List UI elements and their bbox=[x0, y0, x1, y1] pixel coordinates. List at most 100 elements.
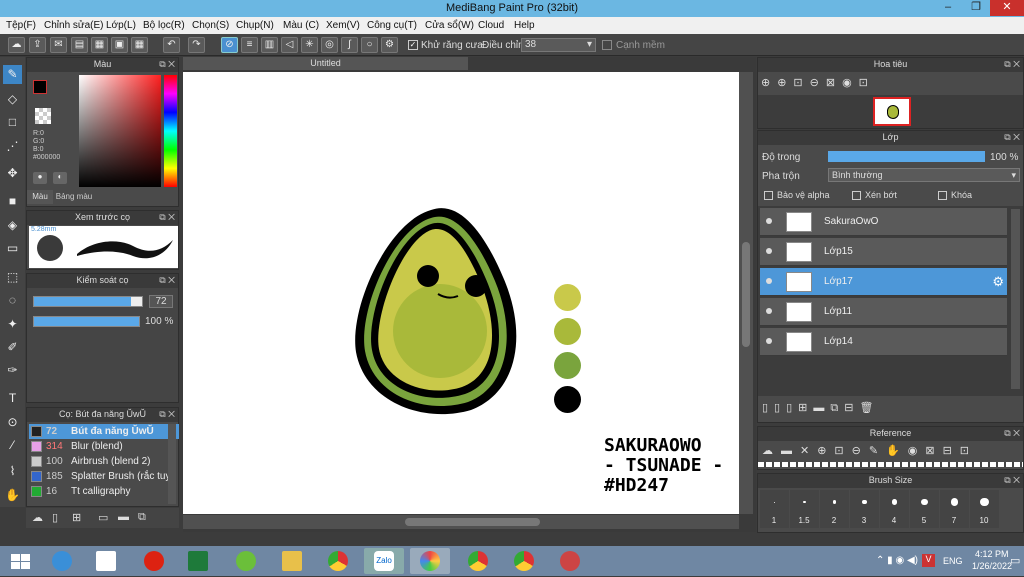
start-button[interactable] bbox=[2, 548, 42, 574]
brush-list-item[interactable]: 16 Tt calligraphy bbox=[29, 484, 179, 499]
zalo-app[interactable]: Zalo bbox=[364, 548, 404, 574]
select-pen-icon[interactable]: ✐ bbox=[3, 338, 22, 357]
radial-snap-icon[interactable]: ✳ bbox=[301, 37, 318, 53]
panel-close-icon[interactable]: ⧉ ✕ bbox=[1004, 474, 1020, 487]
opacity-slider[interactable] bbox=[33, 316, 140, 327]
eyedropper-tool-icon[interactable]: ⌇ bbox=[3, 462, 22, 481]
text-tool-icon[interactable]: T bbox=[3, 389, 22, 408]
lock-checkbox[interactable] bbox=[938, 191, 947, 200]
vivaldi-tray-icon[interactable]: V bbox=[922, 554, 935, 567]
clock-date[interactable]: 1/26/2022 bbox=[972, 561, 1012, 571]
visibility-icon[interactable] bbox=[766, 248, 772, 254]
select-eraser-icon[interactable]: ✑ bbox=[3, 361, 22, 380]
brush-size-cell[interactable]: 10 bbox=[970, 490, 999, 528]
document-icon[interactable]: ▦ bbox=[91, 37, 108, 53]
ellipse-snap-icon[interactable]: ○ bbox=[361, 37, 378, 53]
new-brush-icon[interactable]: ▯ bbox=[52, 511, 58, 524]
page-icon[interactable]: ▤ bbox=[71, 37, 88, 53]
size-slider[interactable] bbox=[33, 296, 143, 307]
maximize-button[interactable]: ❐ bbox=[965, 0, 987, 16]
file-icon[interactable] bbox=[86, 548, 126, 574]
snipping-tool-icon[interactable] bbox=[550, 548, 590, 574]
protect-alpha-checkbox[interactable] bbox=[764, 191, 773, 200]
minimize-button[interactable]: – bbox=[937, 0, 959, 16]
menu-capture[interactable]: Chụp(N) bbox=[236, 20, 274, 31]
coccoc-icon[interactable] bbox=[226, 548, 266, 574]
brush-list-item[interactable]: 314 Blur (blend) bbox=[29, 439, 179, 454]
operation-tool-icon[interactable]: ⊙ bbox=[3, 413, 22, 432]
panel-close-icon[interactable]: ⧉ ✕ bbox=[1004, 58, 1020, 71]
color-picker-field[interactable] bbox=[79, 75, 161, 187]
brush-list-item[interactable]: 185 Splatter Brush (rắc tuyế bbox=[29, 469, 179, 484]
share-icon[interactable]: ⇪ bbox=[29, 37, 46, 53]
fill-shape-icon[interactable]: ■ bbox=[3, 192, 22, 211]
excel-icon[interactable] bbox=[178, 548, 218, 574]
tab-color[interactable]: Màu bbox=[27, 190, 53, 204]
hand-tool-icon[interactable]: ✋ bbox=[3, 486, 22, 505]
canvas-paper[interactable]: SAKURAOWO - TSUNADE - #HD247 bbox=[183, 72, 739, 514]
navigator-thumbnail[interactable] bbox=[873, 97, 911, 126]
layer-item[interactable]: SakuraOwO bbox=[760, 208, 1007, 236]
chrome-profile2-icon[interactable] bbox=[504, 548, 544, 574]
navigator-tools[interactable]: ⊕⊕⊡⊖⊠◉⊡ bbox=[761, 76, 875, 89]
menu-color[interactable]: Màu (C) bbox=[283, 20, 319, 31]
clock-time[interactable]: 4:12 PM bbox=[975, 549, 1009, 559]
internet-explorer-icon[interactable] bbox=[42, 548, 82, 574]
vertical-scrollbar[interactable] bbox=[739, 72, 753, 514]
tab-palette[interactable]: Bảng màu bbox=[54, 190, 94, 204]
brush-list-item[interactable]: 100 Airbrush (blend 2) bbox=[29, 454, 179, 469]
notification-icon[interactable]: ▭ bbox=[1010, 554, 1020, 567]
document-tab[interactable]: Untitled bbox=[183, 57, 468, 70]
brush-size-cell[interactable]: 5 bbox=[910, 490, 939, 528]
gear-icon[interactable]: ⚙ bbox=[992, 274, 1004, 290]
size-value[interactable]: 72 bbox=[149, 295, 173, 308]
redo-icon[interactable]: ↷ bbox=[188, 37, 205, 53]
menu-layer[interactable]: Lớp(L) bbox=[106, 20, 136, 31]
menu-file[interactable]: Tệp(F) bbox=[6, 20, 36, 31]
brush-size-cell[interactable]: 2 bbox=[820, 490, 849, 528]
horizontal-scrollbar[interactable] bbox=[183, 515, 739, 529]
select-tool-icon[interactable]: ⬚ bbox=[3, 268, 22, 287]
undo-icon[interactable]: ↶ bbox=[163, 37, 180, 53]
chrome-profile-icon[interactable] bbox=[458, 548, 498, 574]
panel-close-icon[interactable]: ⧉ ✕ bbox=[1004, 131, 1020, 144]
visibility-icon[interactable] bbox=[766, 278, 772, 284]
dot-tool-icon[interactable]: ⋰ bbox=[3, 137, 22, 156]
palette-icon[interactable]: ● bbox=[33, 172, 47, 184]
tray-icons[interactable]: ⌃ ▮ ◉ ◀) bbox=[876, 555, 918, 566]
menu-cloud[interactable]: Cloud bbox=[478, 20, 504, 31]
layer-item[interactable]: Lớp11 bbox=[760, 298, 1007, 326]
settings-icon[interactable]: ⚙ bbox=[381, 37, 398, 53]
layer-opacity-slider[interactable] bbox=[828, 151, 985, 162]
visibility-icon[interactable] bbox=[766, 338, 772, 344]
panel-close-icon[interactable]: ⧉ ✕ bbox=[159, 408, 175, 421]
lasso-tool-icon[interactable]: ◌ bbox=[3, 291, 22, 310]
cloud-brush-icon[interactable]: ☁ bbox=[32, 511, 43, 524]
panel-close-icon[interactable]: ⧉ ✕ bbox=[159, 58, 175, 71]
file-explorer-icon[interactable] bbox=[272, 548, 312, 574]
curve-snap-icon[interactable]: ∫ bbox=[341, 37, 358, 53]
adjust-select[interactable]: 38 ▾ bbox=[521, 38, 596, 52]
menu-window[interactable]: Cửa sổ(W) bbox=[425, 20, 474, 31]
brush-list-item[interactable]: 72 Bút đa năng ŬwŬ bbox=[29, 424, 179, 439]
cloud-icon[interactable]: ☁ bbox=[8, 37, 25, 53]
language-indicator[interactable]: ENG bbox=[943, 556, 963, 566]
brush-tool-icon[interactable]: ✎ bbox=[3, 65, 22, 84]
brush-size-cell[interactable]: 3 bbox=[850, 490, 879, 528]
clipping-checkbox[interactable] bbox=[852, 191, 861, 200]
layer-scrollbar[interactable] bbox=[1011, 209, 1020, 389]
reference-tools[interactable]: ☁▬✕⊕⊡⊖✎✋◉⊠⊟⊡ bbox=[762, 444, 977, 457]
copy-brush-icon[interactable]: ▭ bbox=[98, 511, 108, 524]
bucket-tool-icon[interactable]: ◈ bbox=[3, 216, 22, 235]
vanishing-snap-icon[interactable]: ◁ bbox=[281, 37, 298, 53]
move-tool-icon[interactable]: ✥ bbox=[3, 164, 22, 183]
brush-size-cell[interactable]: 1.5 bbox=[790, 490, 819, 528]
comment-icon[interactable]: ✉ bbox=[50, 37, 67, 53]
blend-select[interactable]: Bình thường ▾ bbox=[828, 168, 1020, 182]
chrome-icon[interactable] bbox=[318, 548, 358, 574]
gradient-tool-icon[interactable]: ▭ bbox=[3, 239, 22, 258]
layer-actions[interactable]: ▯▯▯⊞▬⧉⊟🗑 bbox=[762, 401, 879, 415]
folder-icon[interactable]: ▬ bbox=[118, 511, 129, 523]
menu-edit[interactable]: Chỉnh sửa(E) bbox=[44, 20, 104, 31]
opera-icon[interactable] bbox=[134, 548, 174, 574]
